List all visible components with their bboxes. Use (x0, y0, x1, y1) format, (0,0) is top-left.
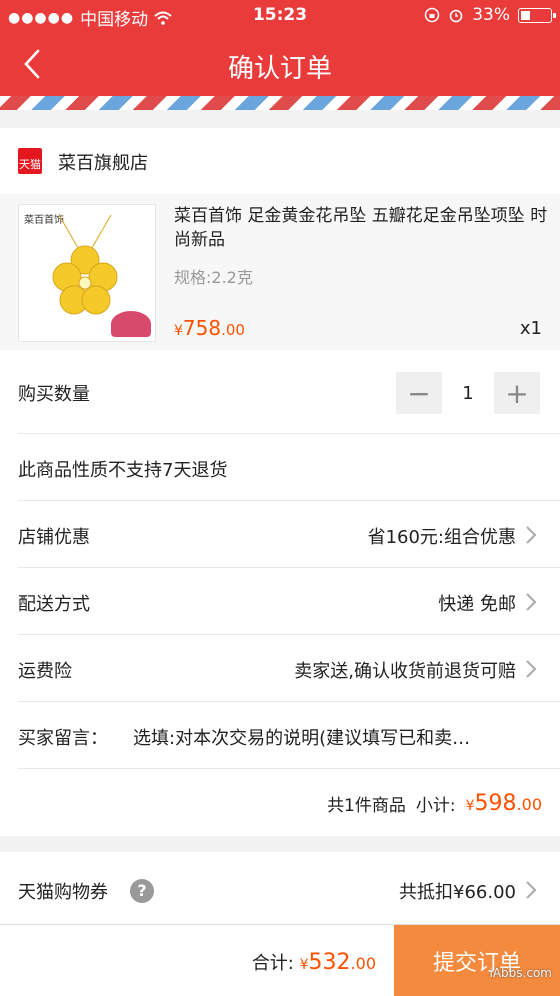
quantity-row: 购买数量 − 1 + (18, 350, 560, 434)
tmall-coupon-row[interactable]: 天猫购物券 ? 共抵扣¥66.00 (0, 852, 560, 924)
subtotal-amount: ¥598.00 (466, 791, 542, 816)
rotation-lock-icon (424, 7, 440, 23)
shipping-insurance-value: 卖家送,确认收货前退货可赔 (294, 661, 516, 682)
battery-percent: 33% (472, 5, 510, 25)
shop-header[interactable]: 天猫 菜百旗舰店 (0, 128, 560, 194)
total-int: 532 (308, 950, 351, 975)
shop-name: 菜百旗舰店 (58, 153, 148, 174)
total-dec: .00 (350, 954, 376, 973)
currency-symbol: ¥ (174, 323, 183, 339)
nav-bar: 确认订单 (0, 32, 560, 96)
quantity-label: 购买数量 (18, 384, 90, 405)
increase-button[interactable]: + (494, 372, 540, 414)
chevron-right-icon (526, 881, 537, 899)
buyer-message-label: 买家留言： (18, 728, 108, 749)
decrease-button[interactable]: − (396, 372, 442, 414)
chevron-right-icon (526, 526, 537, 544)
shipping-method-row[interactable]: 配送方式 快递 免邮 (18, 568, 560, 635)
subtotal-row: 共1件商品 小计: ¥598.00 (18, 770, 542, 836)
subtotal-int: 598 (474, 790, 517, 816)
product-spec: 规格:2.2克 (174, 268, 253, 287)
store-discount-label: 店铺优惠 (18, 527, 90, 548)
chevron-right-icon (526, 593, 537, 611)
battery-icon (518, 7, 556, 23)
alarm-icon (449, 9, 463, 23)
checkout-bar: 合计: ¥532.00 提交订单 iAbbs.com (0, 924, 560, 996)
product-title: 菜百首饰 足金黄金花吊坠 五瓣花足金吊坠项坠 时尚新品 (174, 206, 548, 250)
app-header: ●●●●● 中国移动 15:23 33% 确认订单 (0, 0, 560, 96)
currency-symbol: ¥ (465, 797, 475, 814)
page-title: 确认订单 (227, 54, 332, 84)
coupon-value: 共抵扣¥66.00 (399, 882, 516, 903)
status-bar: ●●●●● 中国移动 15:23 33% (0, 0, 560, 32)
product-quantity: x1 (519, 318, 542, 339)
quantity-stepper: − 1 + (396, 372, 540, 414)
currency-symbol: ¥ (299, 957, 309, 973)
submit-order-button[interactable]: 提交订单 (394, 925, 560, 996)
shipping-insurance-label: 运费险 (18, 661, 72, 682)
no-return-notice: 此商品性质不支持7天退货 (18, 460, 228, 481)
shipping-method-label: 配送方式 (18, 594, 90, 615)
product-item[interactable]: 菜百首饰 菜百首饰 足金黄金花吊坠 五瓣花足金吊坠项坠 时尚新品 规格:2.2克… (0, 194, 560, 350)
quantity-value[interactable]: 1 (442, 383, 494, 404)
product-image: 菜百首饰 (18, 204, 156, 342)
tmall-badge-text: 天猫 (19, 158, 41, 171)
order-total: 合计: ¥532.00 (252, 949, 376, 975)
tmall-logo-icon: 天猫 (18, 148, 42, 174)
item-count: 共1件商品 (327, 795, 406, 816)
help-icon[interactable]: ? (130, 879, 154, 903)
store-discount-row[interactable]: 店铺优惠 省160元:组合优惠 (18, 501, 560, 568)
no-return-notice-row: 此商品性质不支持7天退货 (18, 434, 560, 501)
order-options: 购买数量 − 1 + 此商品性质不支持7天退货 店铺优惠 省160元:组合优惠 … (0, 350, 560, 836)
product-price: ¥758.00 (174, 316, 245, 340)
promo-badge-icon (111, 311, 151, 337)
subtotal-label: 小计: (415, 795, 456, 816)
shipping-insurance-row[interactable]: 运费险 卖家送,确认收货前退货可赔 (18, 635, 560, 702)
coupon-label: 天猫购物券 (18, 882, 108, 903)
shipping-method-value: 快递 免邮 (438, 594, 516, 615)
total-label: 合计: (251, 953, 294, 974)
price-dec: .00 (221, 321, 245, 339)
airmail-divider (0, 96, 560, 110)
price-int: 758 (182, 316, 222, 340)
watermark-text: iAbbs.com (489, 966, 552, 980)
chevron-right-icon (526, 660, 537, 678)
store-discount-value: 省160元:组合优惠 (367, 527, 516, 548)
buyer-message-input[interactable]: 选填:对本次交易的说明(建议填写已和卖… (133, 724, 470, 750)
subtotal-dec: .00 (516, 794, 542, 814)
buyer-message-row: 买家留言： 选填:对本次交易的说明(建议填写已和卖… (18, 702, 560, 769)
total-amount: ¥532.00 (300, 950, 376, 975)
spacer (0, 110, 560, 128)
